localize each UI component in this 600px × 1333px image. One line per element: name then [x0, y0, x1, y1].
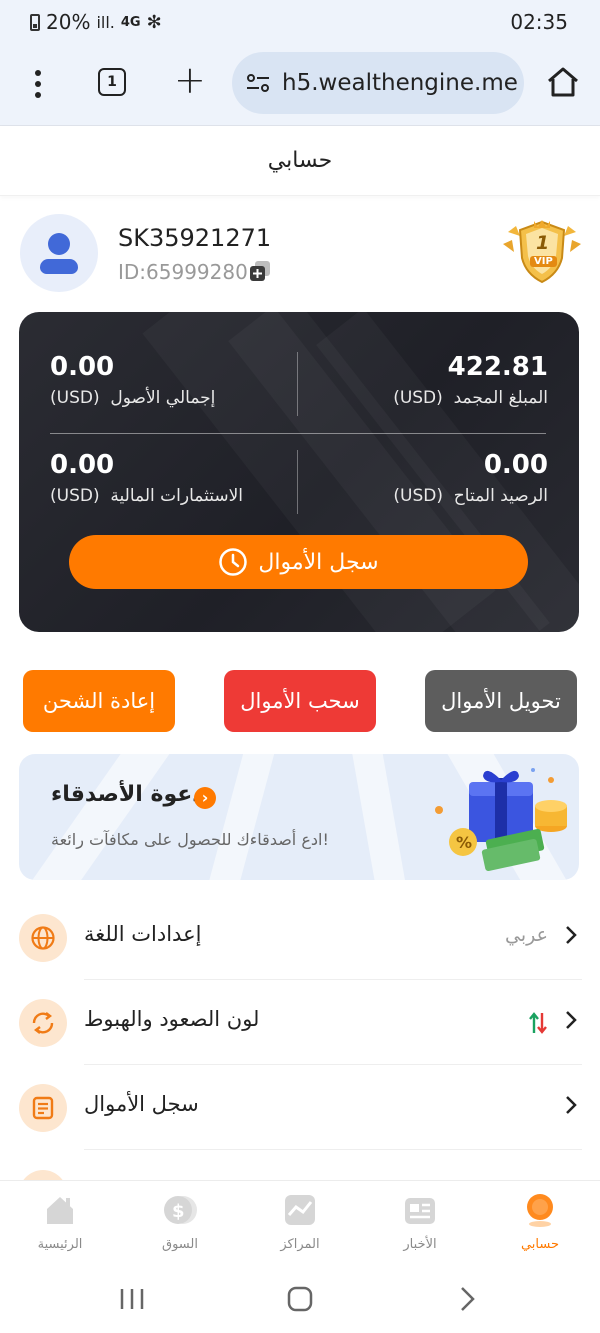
vip-level: 1 [536, 232, 550, 254]
fund-records-button[interactable]: سجل الأموال [69, 535, 528, 589]
globe-icon [31, 926, 55, 950]
chart-nav-icon [285, 1195, 315, 1225]
available-balance-value: 0.00 [483, 450, 548, 480]
settings-row-fund-records[interactable]: سجل الأموال [0, 1066, 600, 1150]
chevron-right-icon [566, 926, 577, 944]
invite-subtitle: ادع أصدقاءك للحصول على مكافآت رائعة! [51, 830, 329, 849]
coin-nav-icon: $ [164, 1196, 197, 1224]
fund-records-label: سجل الأموال [258, 549, 379, 575]
settings-label: إعدادات اللغة [84, 922, 202, 946]
nav-positions-label: المراكز [280, 1237, 320, 1252]
clock: 02:35 [510, 10, 568, 34]
settings-row-language[interactable]: إعدادات اللغة عربي [0, 896, 600, 980]
avatar[interactable] [20, 214, 98, 292]
address-bar[interactable]: h5.wealthengine.me [232, 52, 524, 114]
battery-icon [30, 13, 40, 31]
available-balance-label: الرصيد المتاح (USD) [393, 486, 548, 506]
nav-news[interactable]: الأخبار [360, 1191, 480, 1252]
withdraw-button[interactable]: سحب الأموال [224, 670, 376, 732]
status-bar: 20% ill. 4G ✻ 02:35 [0, 0, 600, 44]
nav-home-label: الرئيسية [37, 1237, 83, 1252]
total-assets-label: إجمالي الأصول (USD) [50, 388, 216, 408]
nav-home[interactable]: الرئيسية [0, 1191, 120, 1252]
settings-label: سجل الأموال [84, 1092, 199, 1116]
chevron-right-icon [566, 1011, 577, 1029]
transfer-button[interactable]: تحويل الأموال [425, 670, 577, 732]
signal-indicator: ill. [96, 12, 115, 32]
vip-label: VIP [530, 256, 557, 267]
language-value: عربي [505, 924, 548, 946]
system-navigation [0, 1272, 600, 1333]
nav-news-label: الأخبار [403, 1237, 437, 1252]
card-divider [297, 450, 298, 514]
home-icon[interactable] [546, 66, 580, 98]
settings-label: لون الصعود والهبوط [84, 1007, 260, 1031]
updown-swap-icon [32, 1012, 54, 1034]
card-separator [50, 433, 546, 434]
document-icon [32, 1096, 54, 1120]
nav-market-label: السوق [162, 1237, 198, 1252]
recents-icon[interactable] [112, 1284, 152, 1314]
nav-account[interactable]: حسابي [480, 1191, 600, 1252]
back-icon[interactable] [448, 1284, 488, 1314]
clock-icon [219, 548, 248, 576]
copy-icon[interactable] [249, 260, 271, 282]
card-divider [297, 352, 298, 416]
frozen-amount-value: 422.81 [447, 352, 548, 382]
browser-menu-icon[interactable] [28, 66, 48, 102]
total-assets-value: 0.00 [50, 352, 115, 382]
news-nav-icon [405, 1198, 435, 1224]
vip-badge[interactable]: 1 VIP [500, 218, 584, 284]
chevron-right-icon: › [194, 787, 216, 809]
account-nav-icon [527, 1194, 553, 1227]
investments-label: الاستثمارات المالية (USD) [50, 486, 244, 506]
bluetooth-icon: ✻ [146, 11, 162, 33]
new-tab-icon[interactable]: + [174, 60, 206, 100]
gift-icon: % [435, 768, 567, 872]
recharge-button[interactable]: إعادة الشحن [23, 670, 175, 732]
url-text: h5.wealthengine.me [282, 70, 518, 96]
nav-market[interactable]: $ السوق [120, 1191, 240, 1252]
network-indicator: 4G [120, 14, 141, 30]
home-system-icon[interactable] [280, 1284, 320, 1314]
svg-text:%: % [456, 833, 472, 852]
browser-toolbar: 1 + h5.wealthengine.me [0, 44, 600, 126]
invite-friends-banner[interactable]: دعوة الأصدقاء › ادع أصدقاءك للحصول على م… [19, 754, 579, 880]
investments-value: 0.00 [50, 450, 115, 480]
battery-percent: 20% [46, 10, 91, 34]
settings-row-updown-color[interactable]: لون الصعود والهبوط [0, 981, 600, 1065]
username: SK35921271 [118, 224, 272, 252]
nav-account-label: حسابي [520, 1237, 560, 1252]
user-id: ID:65999280 [118, 260, 248, 284]
site-settings-icon[interactable] [246, 73, 270, 93]
status-left: 20% ill. 4G ✻ [30, 10, 162, 34]
up-down-arrows-icon [529, 1012, 547, 1034]
frozen-amount-label: المبلغ المجمد (USD) [393, 388, 548, 408]
svg-text:$: $ [172, 1201, 185, 1222]
nav-positions[interactable]: المراكز [240, 1191, 360, 1252]
balance-card: 422.81 المبلغ المجمد (USD) 0.00 إجمالي ا… [19, 312, 579, 632]
chevron-right-icon [566, 1096, 577, 1114]
bottom-navigation: الرئيسية $ السوق المراكز الأخبار حسابي [0, 1180, 600, 1272]
invite-title: دعوة الأصدقاء [51, 782, 204, 807]
page-title: حسابي [0, 126, 600, 196]
tab-switcher-button[interactable]: 1 [98, 68, 126, 96]
home-nav-icon [47, 1197, 73, 1224]
